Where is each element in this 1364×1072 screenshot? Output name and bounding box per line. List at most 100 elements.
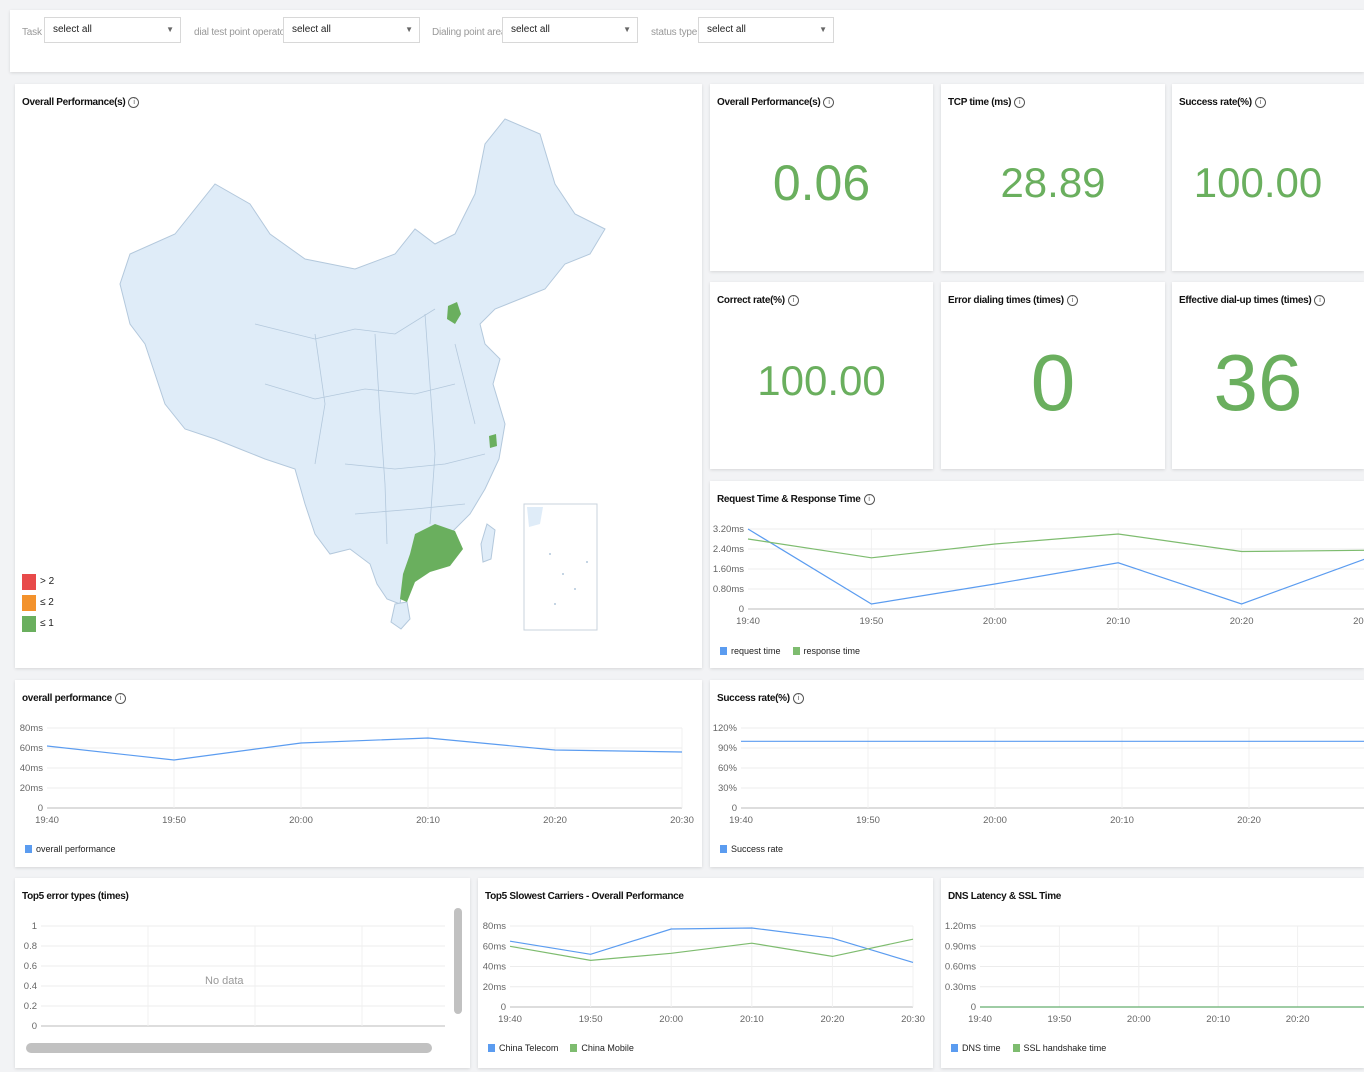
y-tick-label: 1 <box>32 921 37 932</box>
operator-select-value: select all <box>292 24 331 35</box>
legend-label: Success rate <box>731 844 784 854</box>
legend-item-le1[interactable]: ≤ 1 <box>22 616 54 637</box>
legend-item[interactable]: China Telecom <box>488 1043 558 1053</box>
stat-card-effective-dialup-times: Effective dial-up times (times) i 36 <box>1172 282 1364 469</box>
legend-item[interactable]: overall performance <box>25 844 116 854</box>
legend-item-le2[interactable]: ≤ 2 <box>22 595 54 616</box>
map-legend: > 2 ≤ 2 ≤ 1 <box>22 574 54 637</box>
chart-legend: overall performance <box>25 844 128 854</box>
stat-title: Success rate(%) i <box>1179 97 1266 108</box>
info-icon[interactable]: i <box>1314 295 1326 306</box>
y-tick-label: 80ms <box>20 723 43 734</box>
stat-card-overall-performance: Overall Performance(s) i 0.06 <box>710 84 933 271</box>
stat-card-tcp-time: TCP time (ms) i 28.89 <box>941 84 1165 271</box>
legend-swatch <box>22 595 36 611</box>
y-tick-label: 80ms <box>483 921 506 932</box>
x-tick-label: 20:10 <box>416 815 440 826</box>
overall-performance-chart: 0 20ms 40ms 60ms 80ms 19:40 19:50 20:00 20:10 20:… <box>20 723 694 826</box>
map-taiwan[interactable] <box>480 523 496 563</box>
legend-swatch <box>22 574 36 590</box>
stat-title: TCP time (ms) i <box>948 97 1026 108</box>
y-tick-label: 40ms <box>483 962 506 973</box>
success-rate-chart: 030%60%90%120%19:4019:5020:0020:1020:202… <box>713 723 1364 826</box>
x-tick-label: 20:30 <box>901 1014 925 1025</box>
legend-item[interactable]: response time <box>792 646 861 656</box>
map-panel: Overall Performance(s) i > 2 ≤ 2 ≤ 1 <box>15 84 702 668</box>
y-tick-label: 0 <box>38 803 43 814</box>
legend-label: overall performance <box>36 844 116 854</box>
legend-swatch <box>1012 1044 1020 1052</box>
task-filter-label: Task <box>22 27 42 38</box>
map-region-shanghai[interactable] <box>489 434 497 448</box>
x-tick-label: 20:20 <box>1237 815 1261 826</box>
series-line-response-time <box>747 533 1364 559</box>
x-tick-label: 20:20 <box>1286 1014 1310 1025</box>
request-response-chart: 0 0.80ms 1.60ms 2.40ms 3.20ms 19:40 19:50 20:00… <box>713 524 1364 627</box>
y-tick-label: 0.4 <box>24 981 37 992</box>
info-icon[interactable]: i <box>1014 97 1026 108</box>
y-tick-label: 120% <box>713 723 738 734</box>
y-tick-label: 30% <box>718 783 738 794</box>
filter-bar: Task select all ▼ dial test point operat… <box>10 10 1364 72</box>
legend-item[interactable]: request time <box>720 646 781 656</box>
legend-item[interactable]: China Mobile <box>570 1043 634 1053</box>
y-tick-label: 0 <box>739 604 744 615</box>
operator-select[interactable]: select all ▼ <box>283 17 420 43</box>
task-select-value: select all <box>53 24 92 35</box>
y-tick-label: 60ms <box>483 941 506 952</box>
legend-item[interactable]: SSL handshake time <box>1012 1043 1106 1053</box>
legend-label: response time <box>803 646 861 656</box>
chart-legend: request time response time <box>720 646 872 656</box>
map-hainan[interactable] <box>390 601 411 630</box>
x-tick-label: 19:50 <box>856 815 880 826</box>
operator-filter-label: dial test point operator <box>194 27 289 38</box>
top5-errors-chart: 0 0.2 0.4 0.6 0.8 1 <box>24 921 445 1032</box>
stat-title: Overall Performance(s) i <box>717 97 835 108</box>
horizontal-scrollbar[interactable] <box>26 1043 432 1053</box>
x-tick-label: 20:00 <box>983 616 1007 627</box>
dropdown-arrow-icon: ▼ <box>166 25 174 34</box>
status-filter-label: status type <box>651 27 698 38</box>
area-select[interactable]: select all ▼ <box>502 17 638 43</box>
x-tick-label: 20:00 <box>983 815 1007 826</box>
dropdown-arrow-icon: ▼ <box>623 25 631 34</box>
info-icon[interactable]: i <box>1254 97 1266 108</box>
vertical-scrollbar[interactable] <box>454 908 462 1014</box>
chart-panel-top5-errors: Top5 error types (times) 0 0.2 0.4 0.6 0.8 1 … <box>15 878 470 1068</box>
series-line-china-mobile <box>509 938 914 962</box>
chart-panel-success-rate: Success rate(%) i 0 30% 60% 90% 120% 19:40 19:5… <box>710 680 1364 867</box>
chart-panel-overall-performance: overall performance i 0 20ms 40ms 60ms 80ms 19… <box>15 680 702 867</box>
legend-swatch <box>720 647 727 655</box>
info-icon[interactable]: i <box>787 295 799 306</box>
y-tick-label: 1.20ms <box>945 921 976 932</box>
dns-ssl-chart: 0 0.30ms 0.60ms 0.90ms 1.20ms 19:40 19:50 20:00… <box>945 921 1364 1025</box>
info-icon[interactable]: i <box>1066 295 1078 306</box>
chart-legend: DNS time SSL handshake time <box>951 1043 1118 1053</box>
stat-card-correct-rate: Correct rate(%) i 100.00 <box>710 282 933 469</box>
y-tick-label: 40ms <box>20 763 43 774</box>
x-tick-label: 19:40 <box>35 815 59 826</box>
stat-card-success-rate: Success rate(%) i 100.00 <box>1172 84 1364 271</box>
y-tick-label: 60% <box>718 763 738 774</box>
legend-swatch <box>22 616 36 632</box>
legend-item[interactable]: Success rate <box>720 844 783 854</box>
no-data-text: No data <box>205 975 244 987</box>
y-tick-label: 1.60ms <box>713 564 744 575</box>
info-icon[interactable]: i <box>823 97 835 108</box>
area-select-value: select all <box>511 24 550 35</box>
status-select[interactable]: select all ▼ <box>698 17 834 43</box>
task-select[interactable]: select all ▼ <box>44 17 181 43</box>
legend-item-gt2[interactable]: > 2 <box>22 574 54 595</box>
y-tick-label: 60ms <box>20 743 43 754</box>
x-tick-label: 19:40 <box>968 1014 992 1025</box>
y-tick-label: 0 <box>501 1002 506 1013</box>
y-tick-label: 0.30ms <box>945 982 976 993</box>
y-tick-label: 0.2 <box>24 1001 37 1012</box>
legend-swatch <box>792 647 800 655</box>
legend-item[interactable]: DNS time <box>951 1043 1001 1053</box>
dropdown-arrow-icon: ▼ <box>405 25 413 34</box>
x-tick-label: 20:30 <box>670 815 694 826</box>
y-tick-label: 20ms <box>483 982 506 993</box>
slowest-carriers-chart: 0 20ms 40ms 60ms 80ms 19:40 19:50 20:00 20:10 20:… <box>483 921 925 1025</box>
stat-title: Error dialing times (times) i <box>948 295 1078 306</box>
